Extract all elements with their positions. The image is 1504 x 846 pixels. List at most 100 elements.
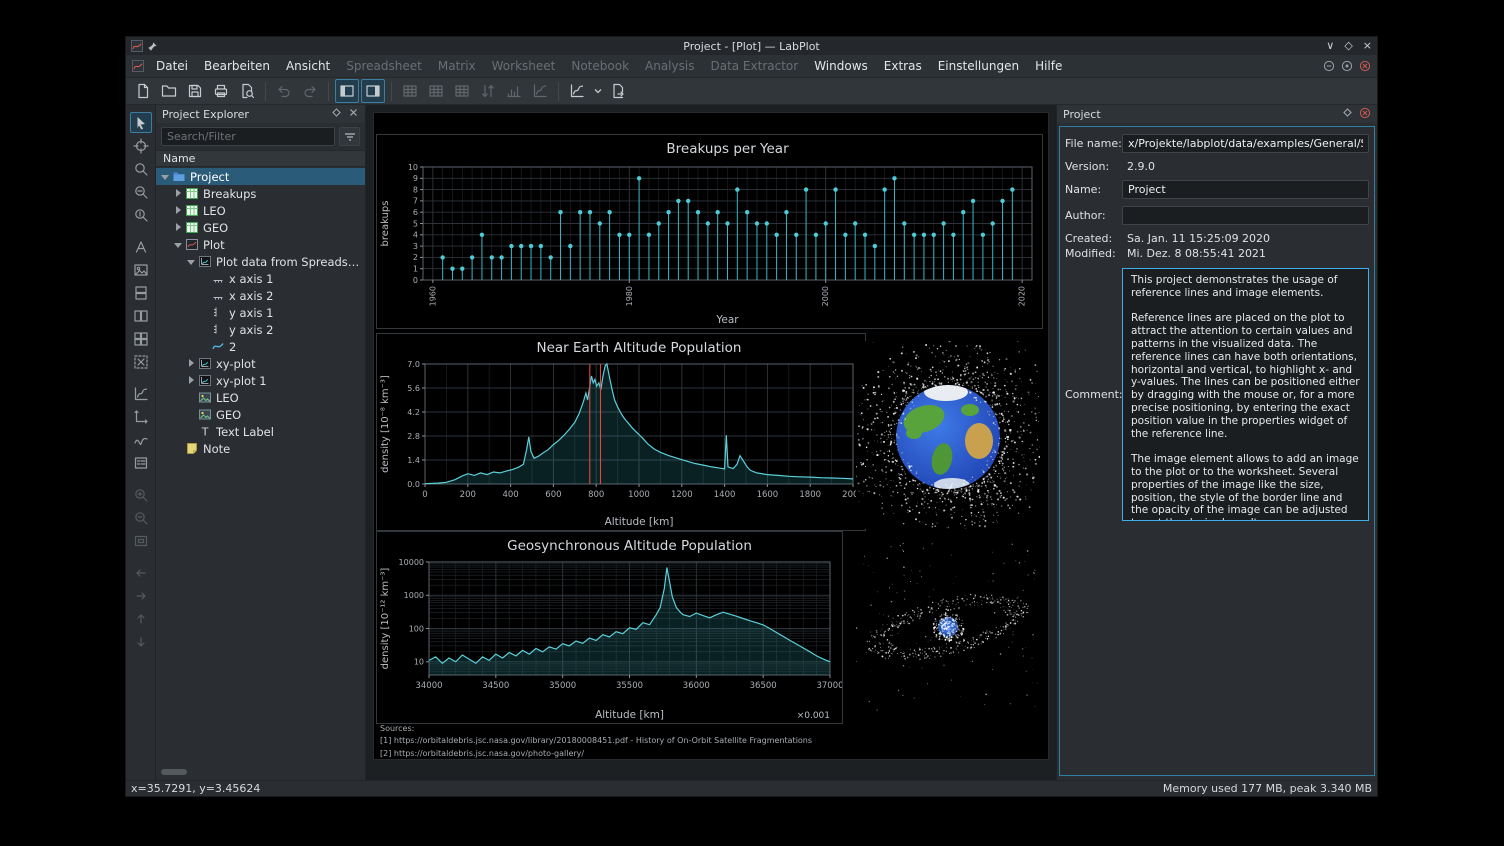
- menu-ansicht[interactable]: Ansicht: [278, 57, 338, 75]
- print-preview-button[interactable]: [235, 79, 259, 103]
- titlebar[interactable]: Project - [Plot] — LabPlot ∨ ◇ ×: [126, 37, 1377, 55]
- crosshair-tool-button[interactable]: [130, 135, 152, 156]
- plot-type-dropdown-button[interactable]: [591, 79, 604, 103]
- zoom-in-tool-button: [130, 484, 152, 505]
- author-input[interactable]: [1122, 206, 1369, 225]
- expander-closed-icon[interactable]: [186, 358, 197, 369]
- svg-text:1: 1: [413, 265, 418, 274]
- horizontal-layout-tool-button[interactable]: [130, 305, 152, 326]
- tree-item-label: y axis 1: [229, 306, 273, 320]
- expander-closed-icon[interactable]: [186, 375, 197, 386]
- sheet-icon: [185, 204, 199, 217]
- tree-item-note[interactable]: Note: [156, 440, 365, 457]
- tree-item-y-axis-1[interactable]: y axis 1: [156, 304, 365, 321]
- new-project-button[interactable]: [131, 79, 155, 103]
- sheet-icon: [185, 187, 199, 200]
- close-dock-icon[interactable]: [1359, 107, 1371, 122]
- zoom-select-tool-button[interactable]: [130, 158, 152, 179]
- add-axis-tool-button[interactable]: [130, 406, 152, 427]
- expander-closed-icon[interactable]: [173, 188, 184, 199]
- expander-open-icon[interactable]: [173, 239, 184, 250]
- expander-closed-icon[interactable]: [173, 222, 184, 233]
- close-dock-icon[interactable]: [348, 107, 359, 121]
- pin-icon[interactable]: [147, 41, 158, 52]
- zoom-out-tool-button: [130, 507, 152, 528]
- tree-item-project[interactable]: Project: [156, 168, 365, 185]
- zoom-y-select-tool-button[interactable]: [130, 204, 152, 225]
- shade-button[interactable]: ∨: [1326, 38, 1334, 54]
- geo-debris-image[interactable]: [856, 543, 1040, 711]
- filter-options-button[interactable]: [339, 127, 360, 146]
- tree-item-xy-plot-1[interactable]: xy-plot 1: [156, 372, 365, 389]
- tree-item-geo[interactable]: GEO: [156, 406, 365, 423]
- svg-text:10: 10: [414, 658, 424, 667]
- expander-open-icon[interactable]: [186, 256, 197, 267]
- comment-textarea[interactable]: This project demonstrates the usage of r…: [1122, 268, 1369, 521]
- float-dock-icon[interactable]: [331, 107, 342, 121]
- menu-circle-dot-icon[interactable]: [1341, 60, 1353, 72]
- chart-geosynchronous-altitude[interactable]: Geosynchronous Altitude Population340003…: [377, 532, 842, 723]
- worksheet-view[interactable]: Breakups per Year19601980200020200123456…: [366, 105, 1057, 780]
- tree-item-text-label[interactable]: TText Label: [156, 423, 365, 440]
- toggle-project-explorer-button[interactable]: [335, 79, 359, 103]
- export-worksheet-button[interactable]: [606, 79, 630, 103]
- sources-text-label[interactable]: Sources:[1] https://orbitaldebris.jsc.na…: [380, 723, 812, 760]
- svg-text:10: 10: [408, 163, 418, 172]
- tree-item-x-axis-1[interactable]: x axis 1: [156, 270, 365, 287]
- zoom-x-select-tool-button[interactable]: [130, 181, 152, 202]
- break-layout-tool-button[interactable]: [130, 351, 152, 372]
- tree-item-x-axis-2[interactable]: x axis 2: [156, 287, 365, 304]
- expander-closed-icon[interactable]: [173, 205, 184, 216]
- project-explorer-header[interactable]: Project Explorer: [156, 105, 365, 123]
- menu-circle-close-icon[interactable]: [1359, 60, 1371, 72]
- tree-item-2[interactable]: 2: [156, 338, 365, 355]
- select-tool-button[interactable]: [130, 112, 152, 133]
- scrollbar-thumb[interactable]: [161, 769, 187, 775]
- tree-item-plot-data-from-spreadsheet[interactable]: Plot data from Spreadsheet: [156, 253, 365, 270]
- add-image-tool-button[interactable]: [130, 259, 152, 280]
- menu-windows[interactable]: Windows: [806, 57, 876, 75]
- insert-column-button: [424, 79, 448, 103]
- properties-header[interactable]: Project: [1057, 105, 1377, 123]
- grid-layout-tool-button[interactable]: [130, 328, 152, 349]
- menu-bearbeiten[interactable]: Bearbeiten: [196, 57, 278, 75]
- svg-text:10000: 10000: [399, 558, 424, 567]
- tree-item-leo[interactable]: LEO: [156, 389, 365, 406]
- vertical-layout-tool-button[interactable]: [130, 282, 152, 303]
- tree-item-geo[interactable]: GEO: [156, 219, 365, 236]
- horizontal-scrollbar[interactable]: [159, 768, 362, 777]
- svg-text:Altitude [km]: Altitude [km]: [605, 516, 674, 528]
- close-button[interactable]: ×: [1363, 38, 1372, 54]
- menu-datei[interactable]: Datei: [148, 57, 196, 75]
- tree-item-xy-plot[interactable]: xy-plot: [156, 355, 365, 372]
- search-input[interactable]: [161, 127, 335, 146]
- tree-item-breakups[interactable]: Breakups: [156, 185, 365, 202]
- menu-einstellungen[interactable]: Einstellungen: [930, 57, 1027, 75]
- menu-circle-minus-icon[interactable]: [1323, 60, 1335, 72]
- save-project-button[interactable]: [183, 79, 207, 103]
- add-curve-tool-button[interactable]: [130, 429, 152, 450]
- toggle-properties-explorer-button[interactable]: [361, 79, 385, 103]
- maximize-button[interactable]: ◇: [1344, 38, 1352, 54]
- menu-extras[interactable]: Extras: [876, 57, 930, 75]
- open-project-button[interactable]: [157, 79, 181, 103]
- tree-column-header[interactable]: Name: [156, 150, 365, 167]
- tree-item-y-axis-2[interactable]: y axis 2: [156, 321, 365, 338]
- expander-open-icon[interactable]: [160, 171, 171, 182]
- desktop: Project - [Plot] — LabPlot ∨ ◇ × DateiBe…: [0, 0, 1504, 846]
- file-name-input[interactable]: [1122, 134, 1369, 153]
- name-input[interactable]: [1122, 180, 1369, 199]
- menu-hilfe[interactable]: Hilfe: [1027, 57, 1070, 75]
- float-dock-icon[interactable]: [1342, 107, 1353, 121]
- chart-near-earth-altitude[interactable]: Near Earth Altitude Population0200400600…: [377, 334, 865, 530]
- tree-item-plot[interactable]: Plot: [156, 236, 365, 253]
- svg-text:0: 0: [422, 490, 427, 500]
- near-earth-debris-image[interactable]: [856, 341, 1040, 529]
- add-text-label-tool-button[interactable]: [130, 236, 152, 257]
- add-plot-button[interactable]: [565, 79, 589, 103]
- print-button[interactable]: [209, 79, 233, 103]
- chart-breakups-per-year[interactable]: Breakups per Year19601980200020200123456…: [377, 135, 1042, 328]
- tree-item-leo[interactable]: LEO: [156, 202, 365, 219]
- add-legend-tool-button[interactable]: [130, 452, 152, 473]
- add-plot-tool-button[interactable]: [130, 383, 152, 404]
